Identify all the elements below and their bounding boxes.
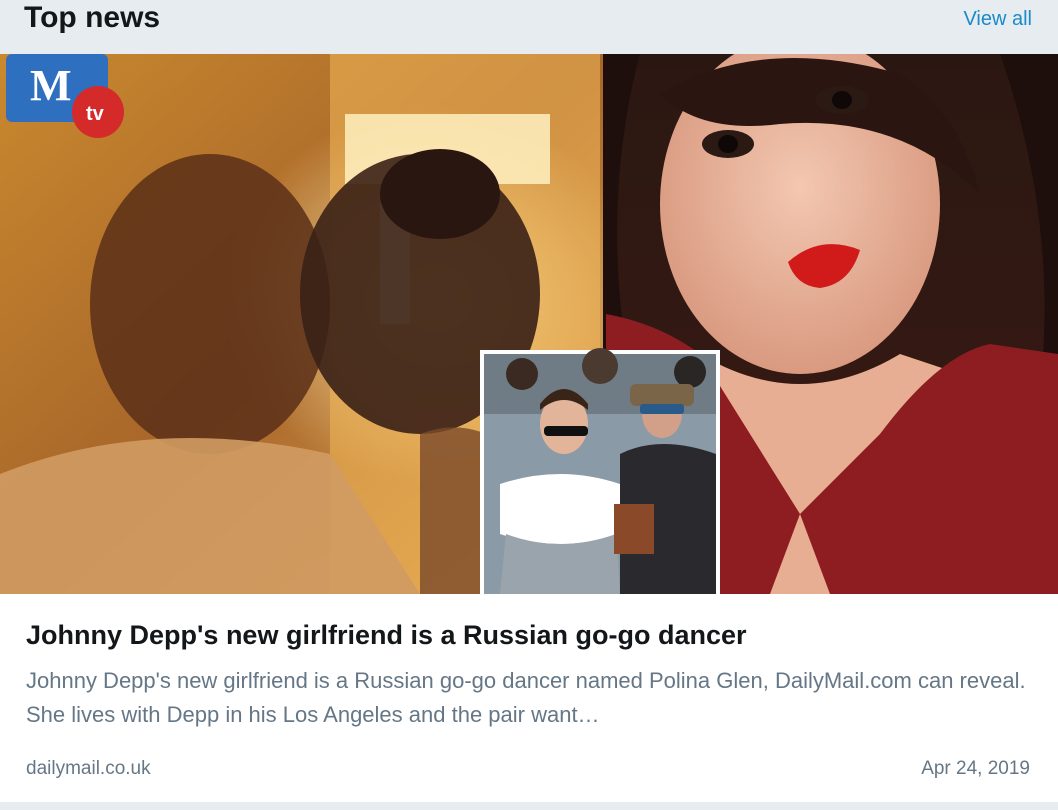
svg-text:M: M — [30, 61, 72, 110]
top-news-header: Top news View all — [0, 0, 1058, 54]
article-headline[interactable]: Johnny Depp's new girlfriend is a Russia… — [26, 618, 1036, 652]
article-date: Apr 24, 2019 — [921, 758, 1030, 779]
news-card[interactable]: M tv Johnny Depp's new girlfriend is a R… — [0, 54, 1058, 802]
view-all-link[interactable]: View all — [963, 6, 1032, 32]
article-image[interactable]: M tv — [0, 54, 1058, 594]
section-title: Top news — [24, 1, 161, 34]
logo-badge-text: tv — [86, 103, 105, 125]
inset-photo — [480, 348, 720, 594]
article-summary: Johnny Depp's new girlfriend is a Russia… — [26, 668, 1026, 727]
article-source: dailymail.co.uk — [26, 758, 151, 779]
